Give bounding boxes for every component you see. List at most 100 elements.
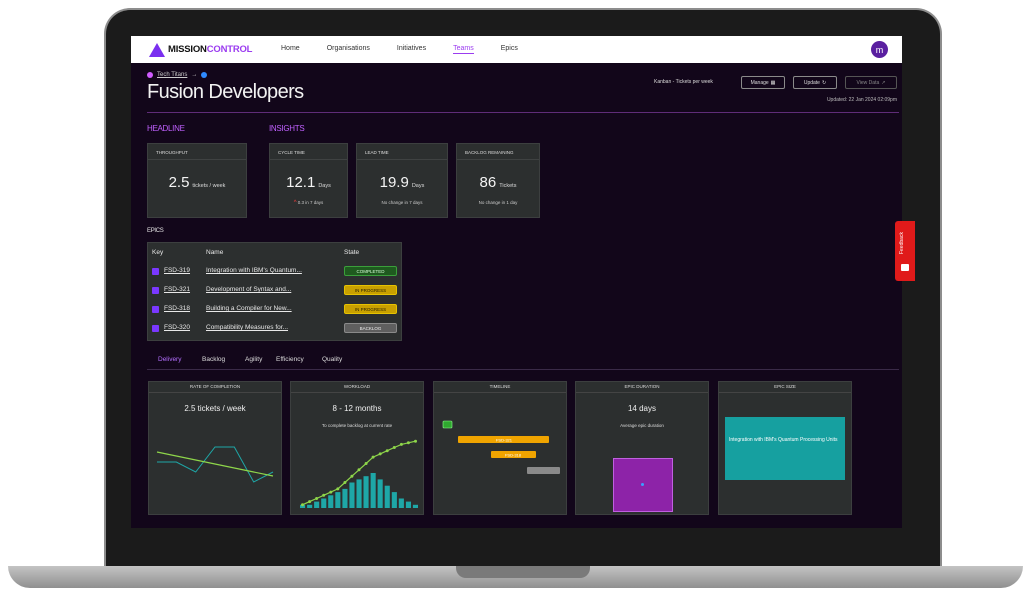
median-marker-icon xyxy=(641,483,644,486)
card-divider xyxy=(457,159,539,160)
workload-cumulative-point xyxy=(329,490,333,494)
table-row: FSD-318 Building a Compiler for New... I… xyxy=(148,302,401,319)
table-row: FSD-321 Development of Syntax and... IN … xyxy=(148,283,401,300)
epic-icon xyxy=(152,287,159,294)
nav-epics[interactable]: Epics xyxy=(501,45,518,54)
workload-bar xyxy=(349,482,355,508)
metric-card-cycle-time[interactable]: CYCLE TIME 12.1 Days ^ 0.3 in 7 days xyxy=(269,143,348,218)
logo[interactable]: MISSION CONTROL xyxy=(149,42,281,57)
update-button[interactable]: Update ↻ xyxy=(793,76,837,89)
panel-subtitle: Average epic duration xyxy=(620,423,664,428)
panel-workload: WORKLOAD 8 - 12 months To complete backl… xyxy=(290,381,424,515)
feedback-tab[interactable]: Feedback xyxy=(895,221,915,281)
section-insights: INSIGHTS xyxy=(269,124,305,133)
team-dot-icon xyxy=(147,72,153,78)
nav-home[interactable]: Home xyxy=(281,45,300,54)
logo-mark-icon xyxy=(149,42,165,57)
panel-divider xyxy=(434,392,566,393)
workload-cumulative-point xyxy=(392,446,396,449)
epic-name-link[interactable]: Development of Syntax and... xyxy=(206,286,291,293)
nav-initiatives[interactable]: Initiatives xyxy=(397,45,426,54)
avatar[interactable]: m xyxy=(871,41,888,58)
epic-name-link[interactable]: Integration with IBM's Quantum... xyxy=(206,267,302,274)
panel-rate-of-completion: RATE OF COMPLETION 2.5 tickets / week xyxy=(148,381,282,515)
timeline-bar-label: FSD-318 xyxy=(505,453,522,458)
laptop-notch xyxy=(456,566,590,578)
workload-cumulative-point xyxy=(350,474,354,478)
table-row: FSD-319 Integration with IBM's Quantum..… xyxy=(148,264,401,281)
timeline-bar-backlog[interactable] xyxy=(527,467,560,474)
panel-timeline: TIMELINE FSD-321 FSD-318 xyxy=(433,381,567,515)
workload-bar xyxy=(342,488,348,508)
metric-card-throughput[interactable]: THROUGHPUT 2.5 tickets / week xyxy=(147,143,247,218)
panel-epic-duration: EPIC DURATION 14 days Average epic durat… xyxy=(575,381,709,515)
epic-name-link[interactable]: Compatibility Measures for... xyxy=(206,324,288,331)
workload-cumulative-point xyxy=(322,493,326,497)
tab-quality[interactable]: Quality xyxy=(322,356,342,363)
manage-button[interactable]: Manage ▦ xyxy=(741,76,785,89)
trend-up-icon: ^ xyxy=(293,200,297,206)
status-badge: IN PROGRESS xyxy=(344,285,397,295)
workload-bar xyxy=(377,479,383,508)
workload-cumulative-point xyxy=(378,452,382,456)
metric-card-backlog-remaining[interactable]: BACKLOG REMAINING 86 Tickets No change in… xyxy=(456,143,540,218)
refresh-icon: ↻ xyxy=(821,79,827,86)
epic-key-link[interactable]: FSD-320 xyxy=(164,324,190,331)
epic-duration-box[interactable] xyxy=(613,458,673,512)
metric-change: ^ 0.3 in 7 days xyxy=(270,200,347,206)
workload-cumulative-point xyxy=(364,462,368,465)
workload-bar xyxy=(307,504,313,508)
workload-bar xyxy=(412,504,418,508)
epic-name-link[interactable]: Building a Compiler for New... xyxy=(206,305,292,312)
metric-unit: Tickets xyxy=(499,183,517,189)
epic-icon xyxy=(152,306,159,313)
logo-text-mission: MISSION xyxy=(168,44,207,55)
epic-key-link[interactable]: FSD-319 xyxy=(164,267,190,274)
tab-backlog[interactable]: Backlog xyxy=(202,356,225,363)
view-data-button[interactable]: View Data ↗ xyxy=(845,76,897,89)
card-divider xyxy=(148,159,246,160)
people-icon: ▦ xyxy=(770,79,776,86)
metric-value-row: 19.9 Days xyxy=(357,174,447,192)
panel-subtitle: To complete backlog at current rate xyxy=(321,423,393,428)
panel-value: 14 days xyxy=(627,404,657,413)
tab-agility[interactable]: Agility xyxy=(245,356,262,363)
feedback-icon xyxy=(901,264,909,271)
metric-card-lead-time[interactable]: LEAD TIME 19.9 Days No change in 7 days xyxy=(356,143,448,218)
workload-bar xyxy=(321,498,327,508)
status-badge: COMPLETED xyxy=(344,266,397,276)
card-divider xyxy=(357,159,447,160)
epic-key-link[interactable]: FSD-318 xyxy=(164,305,190,312)
panel-title: EPIC SIZE xyxy=(774,384,796,389)
panel-value: 8 - 12 months xyxy=(332,404,382,413)
view-data-button-label: View Data xyxy=(856,79,880,86)
metric-value-row: 86 Tickets xyxy=(457,174,539,192)
tab-efficiency[interactable]: Efficiency xyxy=(276,356,304,363)
nav-organisations[interactable]: Organisations xyxy=(327,45,370,54)
metric-title: LEAD TIME xyxy=(365,150,389,155)
timeline-bar-completed[interactable] xyxy=(442,420,453,429)
breadcrumb-team-link[interactable]: Tech Titans xyxy=(157,72,187,78)
section-epics: EPICS xyxy=(147,228,164,234)
treemap-tile[interactable]: Integration with IBM's Quantum Processin… xyxy=(725,417,845,480)
nav-teams[interactable]: Teams xyxy=(453,45,474,54)
timeline-chart: FSD-321 FSD-318 xyxy=(442,420,560,474)
epic-key-link[interactable]: FSD-321 xyxy=(164,286,190,293)
workload-cumulative-point xyxy=(406,441,410,445)
workload-bar-chart xyxy=(300,439,418,508)
metric-unit: tickets / week xyxy=(192,183,226,189)
workload-bar xyxy=(370,473,376,508)
breadcrumb-arrow-icon: → xyxy=(191,72,198,78)
workload-bar xyxy=(363,476,369,508)
column-header-state: State xyxy=(344,249,360,256)
tab-delivery[interactable]: Delivery xyxy=(158,356,181,363)
workload-bar xyxy=(356,479,362,508)
workload-cumulative-point xyxy=(385,449,389,453)
breadcrumb: Tech Titans → xyxy=(147,72,211,78)
workload-bar xyxy=(314,501,320,508)
rate-line-chart xyxy=(156,446,274,483)
panel-divider xyxy=(719,392,851,393)
metric-value: 19.9 xyxy=(379,174,409,191)
metric-value: 86 xyxy=(479,174,497,191)
metric-title: THROUGHPUT xyxy=(156,150,188,155)
